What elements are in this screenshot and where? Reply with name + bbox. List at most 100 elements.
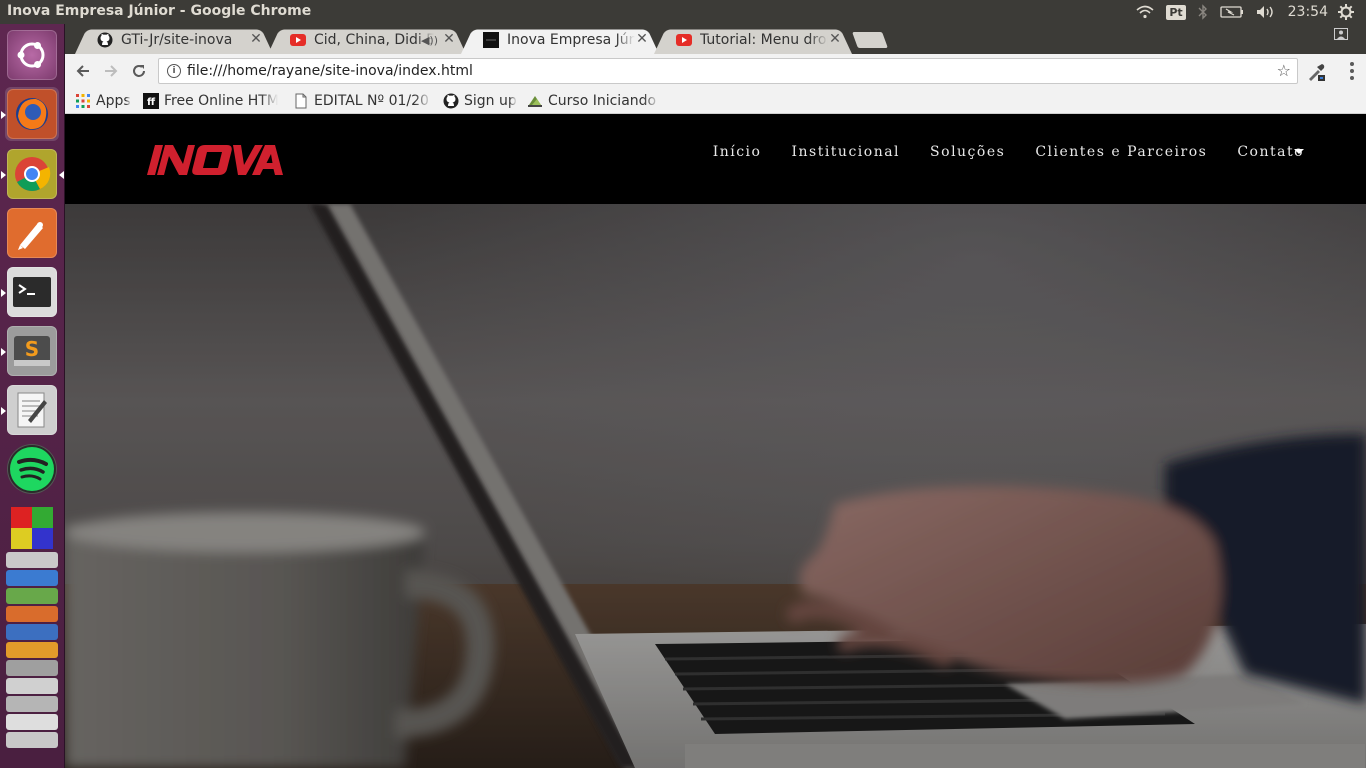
bookmark-sign-up[interactable]: Sign up	[443, 91, 517, 111]
running-indicator	[1, 407, 6, 415]
bookmark-star-icon[interactable]: ☆	[1277, 61, 1291, 80]
menu-item-solucoes[interactable]: Soluções	[930, 144, 1005, 160]
bookmark-apps[interactable]: Apps	[75, 91, 131, 111]
chrome-icon	[7, 149, 57, 199]
keyboard-layout-label: Pt	[1166, 4, 1186, 20]
svg-text:S: S	[25, 337, 39, 361]
focused-indicator	[59, 171, 64, 179]
running-indicator	[1, 289, 6, 297]
bookmarks-bar: Apps ff Free Online HTM EDITAL Nº 01/20 …	[65, 88, 1366, 114]
chrome-menu-icon[interactable]	[1350, 62, 1354, 80]
page-viewport: INOVA Início Institucional Soluções Clie…	[65, 114, 1366, 768]
hero-photo-laptop-typing	[65, 204, 1366, 768]
launcher-stacked-item[interactable]	[6, 570, 58, 586]
launcher-stacked-item[interactable]	[6, 696, 58, 712]
spotify-icon	[7, 444, 57, 494]
launcher-stacked-item[interactable]	[6, 732, 58, 748]
tab-close-icon[interactable]: ✕	[249, 31, 263, 47]
launcher-firefox[interactable]	[1, 87, 59, 141]
youtube-icon	[290, 32, 306, 48]
launcher-stacked-item[interactable]	[6, 624, 58, 640]
tab-title: GTi-Jr/site-inova	[121, 32, 233, 48]
text-editor-icon	[7, 385, 57, 435]
tab-youtube-music[interactable]: Cid, China, Didi E ◀)) ✕	[268, 26, 466, 54]
launcher-sublime[interactable]: S	[1, 324, 59, 378]
github-icon	[97, 32, 113, 48]
launcher-stacked-item[interactable]	[6, 606, 58, 622]
firefox-icon	[7, 89, 57, 139]
window-title: Inova Empresa Júnior - Google Chrome	[7, 3, 312, 19]
address-bar-url[interactable]: file:///home/rayane/site-inova/index.htm…	[187, 63, 473, 79]
tab-close-icon[interactable]: ✕	[442, 31, 456, 47]
running-indicator	[1, 111, 6, 119]
indicator-area: Pt 23:54	[1136, 0, 1366, 24]
hero-image	[65, 204, 1366, 768]
bookmark-edital[interactable]: EDITAL Nº 01/20	[293, 91, 432, 111]
menu-item-institucional[interactable]: Institucional	[791, 144, 900, 160]
launcher-stacked-item[interactable]	[6, 678, 58, 694]
tab-close-icon[interactable]: ✕	[635, 31, 649, 47]
menu-item-inicio[interactable]: Início	[713, 144, 762, 160]
site-info-icon[interactable]: i	[167, 64, 181, 78]
document-icon	[293, 93, 309, 109]
launcher-stacked-item[interactable]	[6, 642, 58, 658]
tab-close-icon[interactable]: ✕	[828, 31, 842, 47]
profile-icon[interactable]	[1334, 28, 1354, 42]
keyboard-layout-indicator[interactable]: Pt	[1166, 0, 1186, 24]
tab-title: Inova Empresa Júni	[507, 32, 635, 48]
address-bar[interactable]: i file:///home/rayane/site-inova/index.h…	[158, 58, 1298, 84]
volume-icon[interactable]	[1256, 0, 1276, 24]
menu-item-clientes-parceiros[interactable]: Clientes e Parceiros	[1035, 144, 1207, 160]
bookmark-label: Curso Iniciando c	[548, 93, 660, 109]
tab-title: Tutorial: Menu drop	[700, 32, 828, 48]
launcher-stacked-item[interactable]	[6, 552, 58, 568]
extension-eyedropper-icon[interactable]	[1306, 62, 1326, 82]
top-panel: Inova Empresa Júnior - Google Chrome Pt …	[0, 0, 1366, 24]
sublime-text-icon: S	[7, 326, 57, 376]
tab-github[interactable]: GTi-Jr/site-inova ✕	[75, 26, 273, 54]
launcher-office[interactable]	[5, 501, 59, 555]
launcher-stacked-item[interactable]	[6, 714, 58, 730]
launcher-stacked-item[interactable]	[6, 660, 58, 676]
site-navbar: INOVA Início Institucional Soluções Clie…	[65, 114, 1366, 204]
course-icon	[527, 93, 543, 109]
bookmark-label: Sign up	[464, 93, 517, 109]
launcher-text-editor[interactable]	[1, 383, 59, 437]
reload-icon[interactable]	[128, 60, 150, 82]
running-indicator	[1, 171, 6, 179]
bookmark-curso[interactable]: Curso Iniciando c	[527, 91, 660, 111]
bookmark-label: Apps	[96, 93, 131, 109]
tab-youtube-tutorial[interactable]: Tutorial: Menu drop ✕	[654, 26, 852, 54]
forward-arrow-icon[interactable]	[100, 60, 122, 82]
wifi-icon[interactable]	[1136, 0, 1154, 24]
inova-logo[interactable]: INOVA	[145, 142, 285, 178]
audio-playing-icon[interactable]: ◀))	[421, 34, 438, 47]
launcher-terminal[interactable]	[1, 265, 59, 319]
apps-grid-icon	[75, 93, 91, 109]
github-icon	[443, 93, 459, 109]
system-gear-icon[interactable]	[1338, 0, 1354, 24]
ubuntu-logo-icon	[7, 30, 57, 80]
battery-icon[interactable]	[1219, 0, 1244, 24]
bluetooth-icon[interactable]	[1198, 0, 1208, 24]
pen-tool-icon	[7, 208, 57, 258]
back-arrow-icon[interactable]	[72, 60, 94, 82]
tab-title: Cid, China, Didi E	[314, 32, 434, 48]
launcher-stacked-item[interactable]	[6, 588, 58, 604]
tab-strip: GTi-Jr/site-inova ✕ Cid, China, Didi E ◀…	[65, 24, 1366, 54]
launcher-inkscape[interactable]	[5, 206, 59, 260]
browser-toolbar: i file:///home/rayane/site-inova/index.h…	[65, 54, 1366, 88]
launcher: S	[0, 24, 65, 768]
bookmark-label: Free Online HTM	[164, 93, 278, 109]
clock[interactable]: 23:54	[1288, 0, 1328, 24]
bookmark-free-online-html[interactable]: ff Free Online HTM	[143, 91, 278, 111]
ff-icon: ff	[143, 93, 159, 109]
tab-inova-active[interactable]: Inova Empresa Júni ✕	[461, 26, 659, 54]
dropdown-caret-icon[interactable]	[1294, 149, 1304, 154]
launcher-spotify[interactable]	[5, 442, 59, 496]
new-tab-button[interactable]	[852, 32, 888, 48]
terminal-icon	[7, 267, 57, 317]
launcher-dash[interactable]	[5, 28, 59, 82]
youtube-icon	[676, 32, 692, 48]
launcher-chrome[interactable]	[1, 147, 64, 201]
